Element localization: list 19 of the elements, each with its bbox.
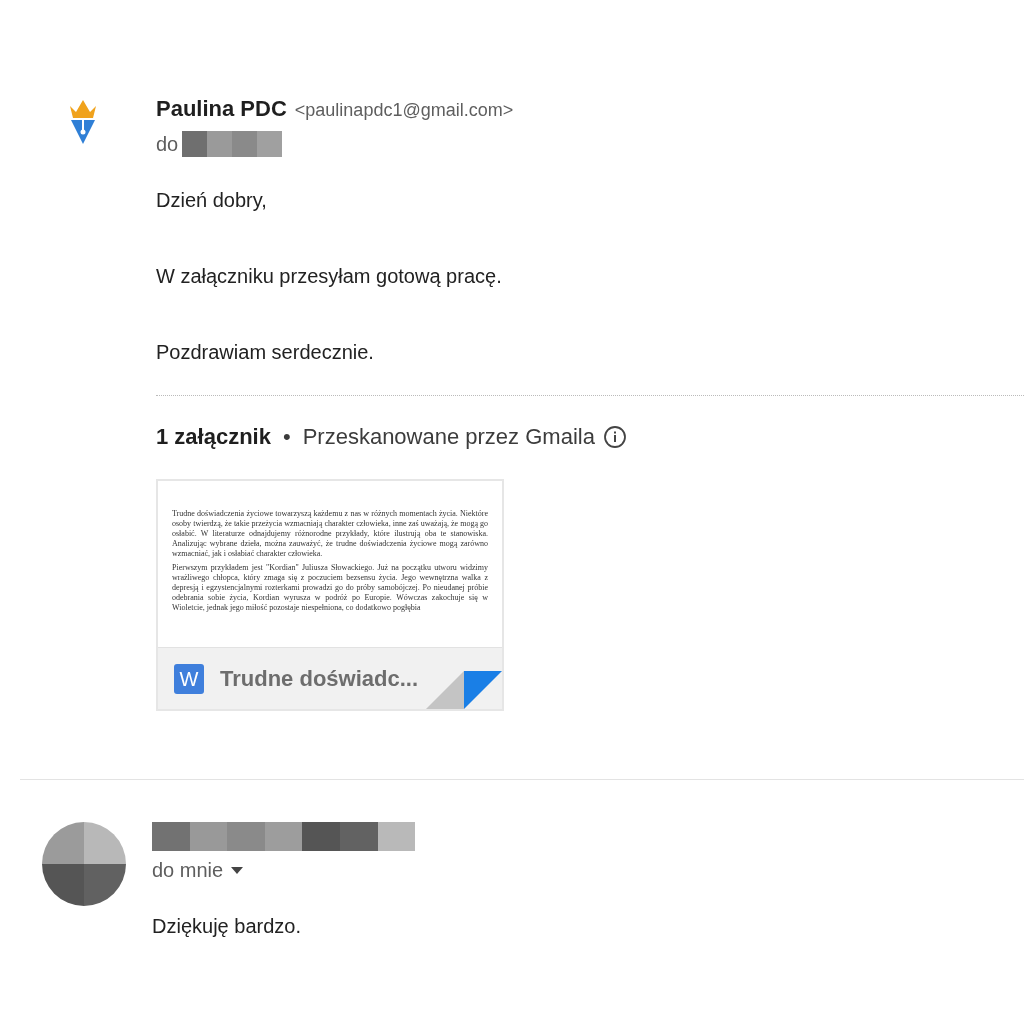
sender-email: <paulinapdc1@gmail.com> [294,99,514,122]
attachment-name: Trudne doświadc... [220,665,419,693]
document-paragraph: Pierwszym przykładem jest "Kordian" Juliusza Słowackiego. Już na początku utworu widzimy wrażliwego chłopca, który zmaga się z poczuciem bezsensu życia. Jego wewnętrzna walka z depresją i egzystencjalnymi rozterkami prowadzi go do próby samobójczej. Po nieudanej próbie odebrania sobie życia, Kordian wyrusza w podróż po Europie. Wówczas zakochuje się w Wioletcie, jednak jego miłość pozostaje niespełniona, co dodatkowo pogłębia [172,563,488,613]
recipient-label: do mnie [152,858,224,883]
document-paragraph: Trudne doświadczenia życiowe towarzyszą każdemu z nas w różnych momentach życia. Niektóre osoby twierdzą, że takie przeżycia wzmacniają charakter człowieka, inne zaś uważają, że mogą go osłabić. W literaturze odnajdujemy różnorodne przykłady, które ilustrują oba te stanowiska. Analizując wybrane dzieła, można zauważyć, że trudne doświadczenia życiowe mogą zarówno wzmacniać, jak i osłabiać charakter człowieka. [172,509,488,559]
attachment-count: 1 załącznik [156,423,271,451]
scan-note: Przeskanowane przez Gmaila [302,423,595,451]
body-text: Pozdrawiam serdecznie. [156,340,375,365]
attachment-card[interactable] [156,479,504,711]
body-text: W załączniku przesyłam gotową pracę. [156,264,503,289]
info-icon[interactable] [602,424,627,449]
body-text: Dziękuję bardzo. [152,914,302,939]
recipient-label: do [156,132,179,157]
word-file-icon: W [174,663,204,694]
sender-name: Paulina PDC [156,95,287,123]
bullet: • [282,423,291,451]
caret-icon[interactable] [231,866,244,874]
body-text: Dzień dobry, [156,188,268,213]
folded-corner-icon [426,671,502,709]
